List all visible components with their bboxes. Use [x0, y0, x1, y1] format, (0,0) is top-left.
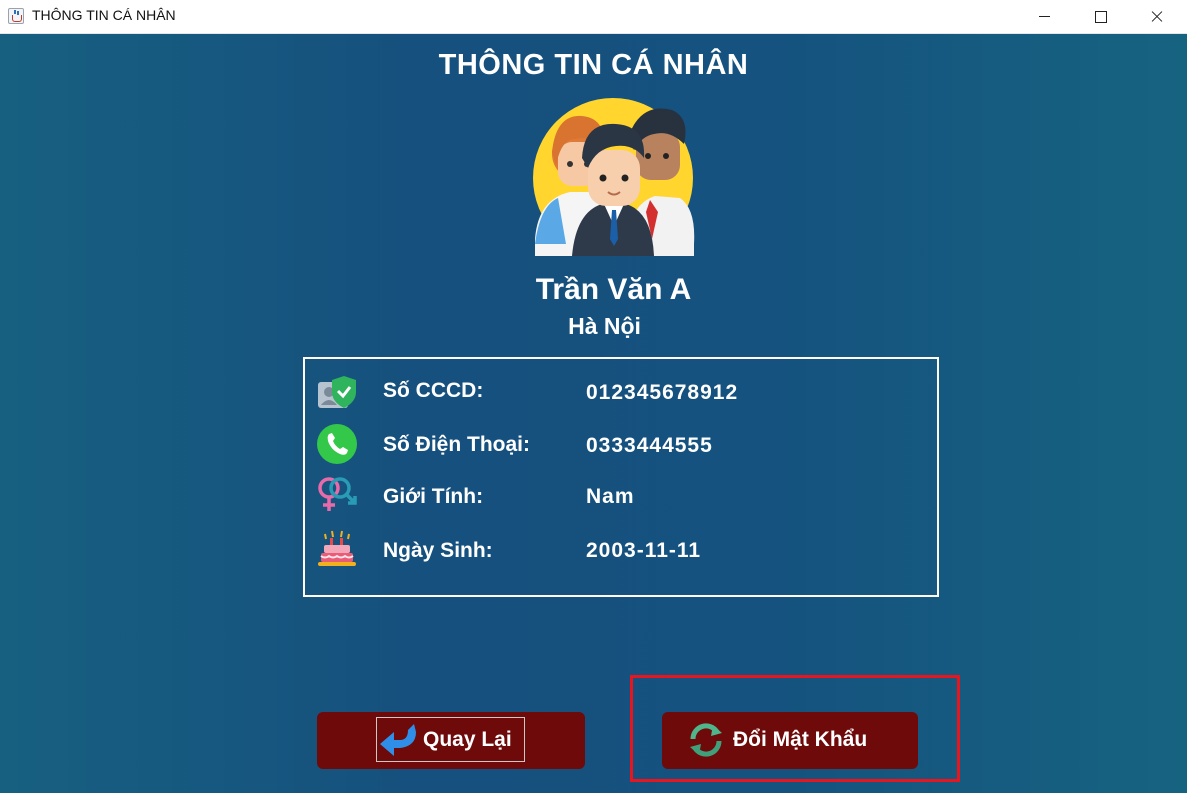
gender-value: Nam [586, 485, 635, 508]
birthday-label: Ngày Sinh: [383, 539, 493, 562]
main-panel: THÔNG TIN CÁ NHÂN Trần Văn A Hà Nội Số C… [0, 34, 1187, 793]
user-city: Hà Nội [568, 313, 641, 339]
gender-icon [318, 477, 357, 511]
title-bar: THÔNG TIN CÁ NHÂN [0, 0, 1187, 34]
info-panel: Số CCCD: 012345678912 Số Điện Thoại: 033… [303, 357, 939, 597]
window-title: THÔNG TIN CÁ NHÂN [32, 7, 176, 23]
phone-icon [317, 424, 357, 464]
back-arrow-icon [380, 724, 416, 756]
gender-label: Giới Tính: [383, 485, 484, 508]
phone-label: Số Điện Thoại: [383, 433, 530, 456]
maximize-button[interactable] [1073, 0, 1127, 34]
page-heading: THÔNG TIN CÁ NHÂN [438, 49, 749, 81]
java-app-icon [8, 8, 24, 24]
cccd-value: 012345678912 [586, 381, 739, 404]
people-group-avatar-icon [533, 98, 695, 256]
minimize-button[interactable] [1018, 0, 1072, 34]
back-button[interactable]: Quay Lại [317, 712, 585, 769]
cccd-label: Số CCCD: [383, 379, 484, 402]
highlight-box [630, 675, 960, 782]
user-name: Trần Văn A [535, 273, 692, 306]
birthday-value: 2003-11-11 [586, 539, 702, 562]
phone-value: 0333444555 [586, 434, 713, 457]
back-button-label: Quay Lại [423, 728, 512, 751]
birthday-cake-icon [318, 530, 356, 566]
id-card-shield-icon [318, 376, 356, 408]
close-button[interactable] [1130, 0, 1184, 34]
